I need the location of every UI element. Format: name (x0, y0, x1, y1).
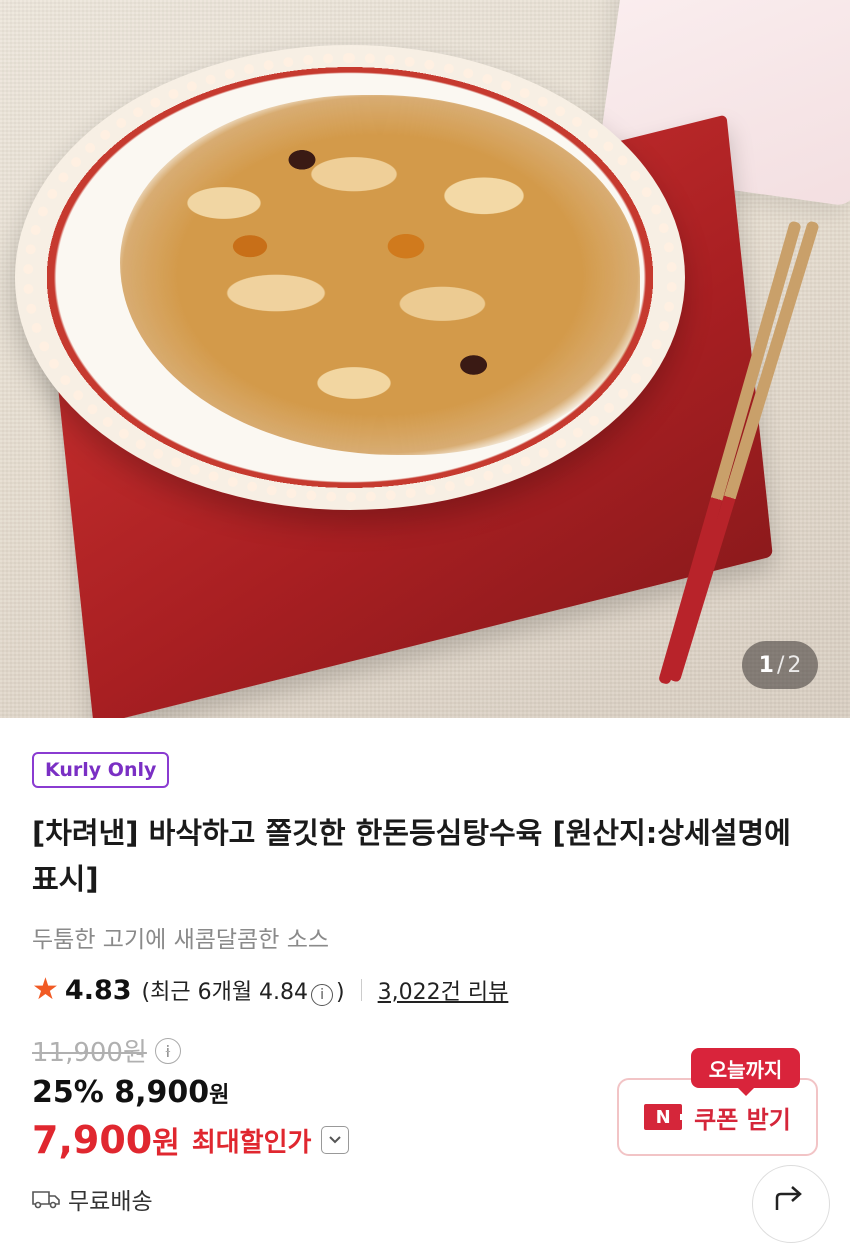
final-price: 7,900 (32, 1118, 153, 1162)
discounted-price: 8,900 (114, 1075, 210, 1110)
discounted-won: 원 (209, 1083, 230, 1108)
discount-rate: 25% (32, 1075, 104, 1110)
max-discount-label: 최대할인가 (191, 1127, 312, 1158)
star-icon: ★ (32, 972, 59, 1007)
coupon-button-label: 쿠폰 받기 (694, 1105, 791, 1134)
rating-score: 4.83 (64, 974, 132, 1006)
original-price: 11,900원 i (32, 1032, 181, 1069)
price-info-icon[interactable]: i (154, 1037, 181, 1064)
divider (360, 979, 362, 1001)
truck-icon (32, 1191, 60, 1209)
delivery-info: 무료배송 (32, 1182, 153, 1216)
current-page: 1 (758, 652, 774, 678)
image-page-counter: 1 / 2 (742, 641, 818, 689)
final-price-row: 7,900 원 최대할인가 (32, 1118, 350, 1162)
discount-row: 25% 8,900원 (32, 1075, 229, 1110)
total-pages: 2 (787, 652, 802, 678)
product-image[interactable]: 1 / 2 (0, 0, 850, 718)
chevron-down-icon[interactable] (321, 1126, 350, 1154)
original-price-value: 11,900원 (32, 1038, 147, 1068)
coupon-button[interactable]: N 쿠폰 받기 (617, 1078, 818, 1156)
recent-rating-text: (최근 6개월 4.84 (141, 980, 309, 1005)
final-won: 원 (152, 1126, 180, 1161)
rating-row: ★ 4.83 (최근 6개월 4.84 i) 3,022건 리뷰 (32, 972, 508, 1008)
review-count-link[interactable]: 3,022건 리뷰 (378, 974, 509, 1006)
product-subtitle: 두툼한 고기에 새콤달콤한 소스 (32, 927, 330, 953)
delivery-label: 무료배송 (68, 1189, 153, 1215)
product-title: [차려낸] 바삭하고 쫄깃한 한돈등심탕수육 [원산지:상세설명에 표시] (32, 816, 791, 896)
kurly-only-badge: Kurly Only (32, 752, 170, 788)
info-icon[interactable]: i (311, 984, 334, 1006)
share-button[interactable] (752, 1165, 830, 1243)
today-only-tag: 오늘까지 (691, 1048, 800, 1096)
share-icon (775, 1186, 802, 1210)
coupon-n-icon: N (644, 1104, 689, 1130)
page-separator: / (776, 652, 785, 678)
recent-rating-close: ) (336, 980, 345, 1005)
recent-rating: (최근 6개월 4.84 i) (142, 974, 345, 1006)
